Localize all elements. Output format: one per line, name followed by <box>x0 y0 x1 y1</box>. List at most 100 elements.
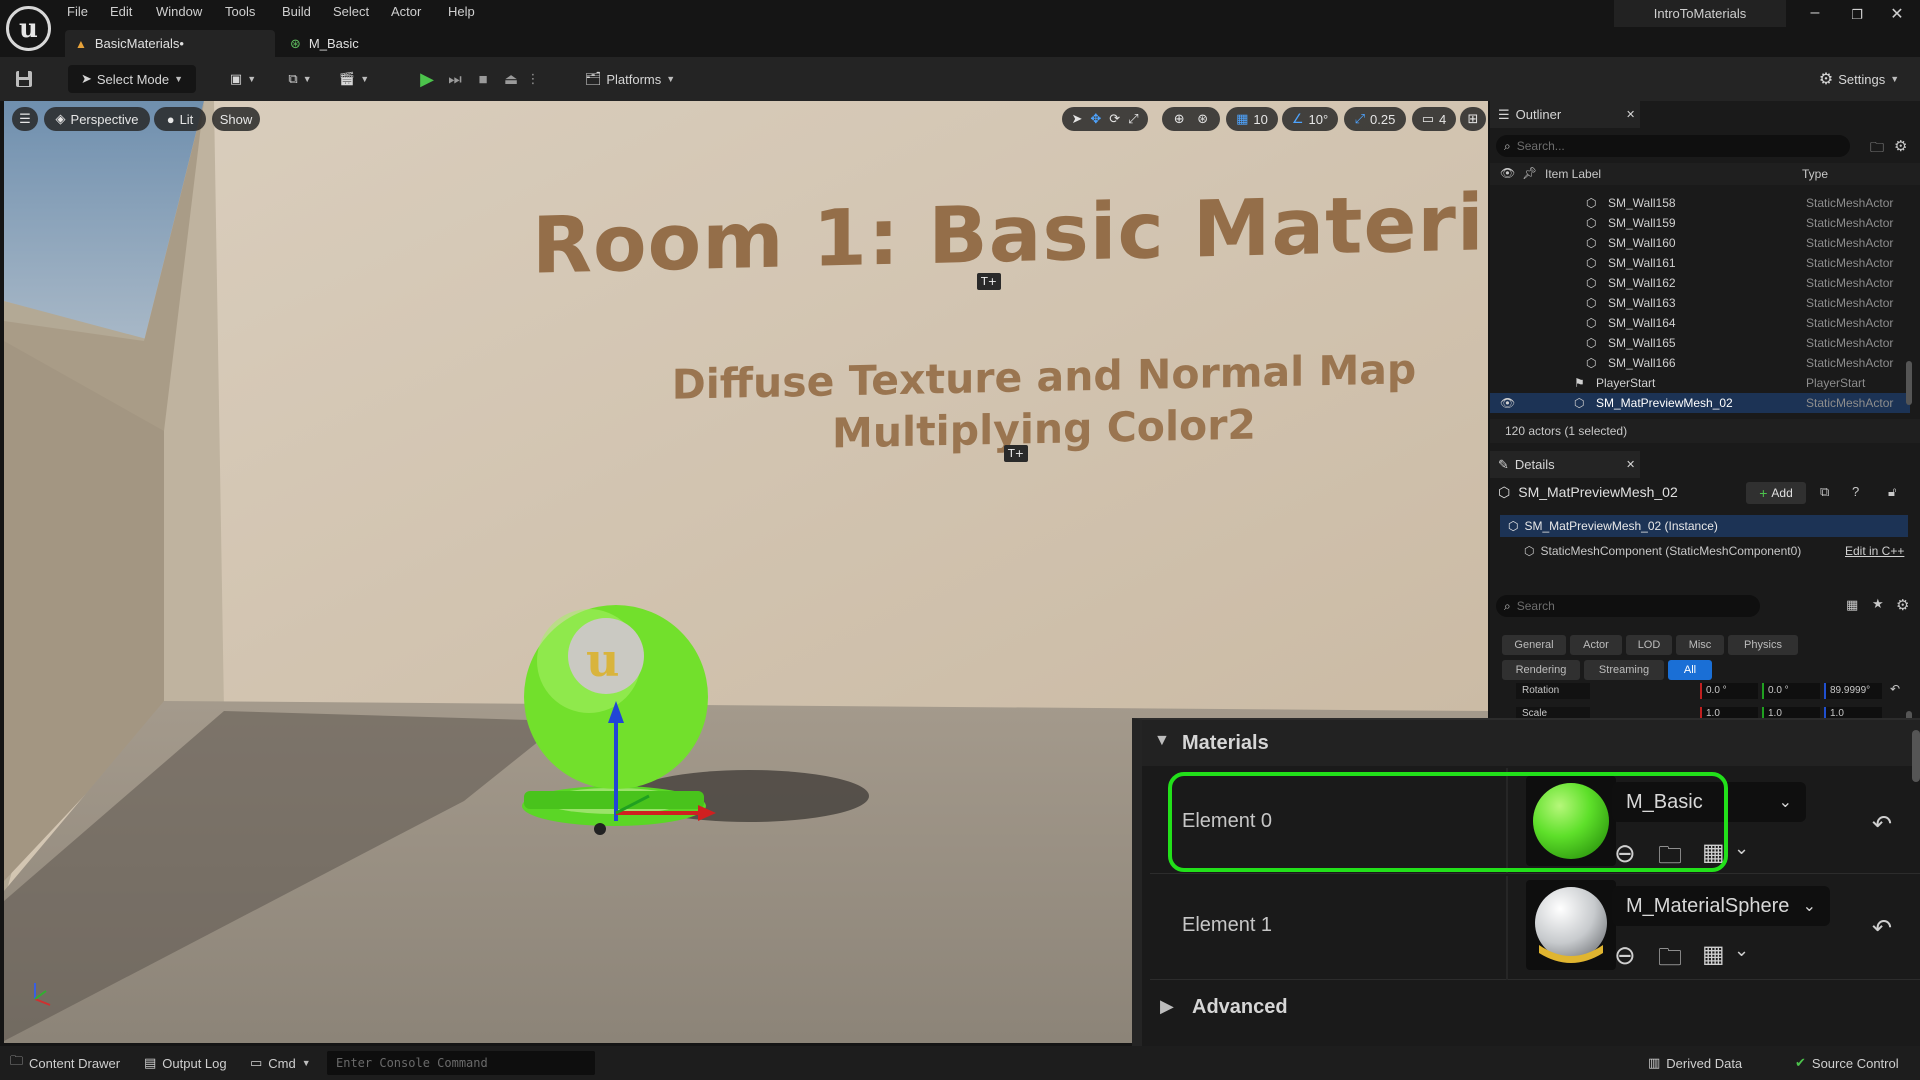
materials-header[interactable]: ▼ Materials <box>1142 720 1920 766</box>
move-tool-icon[interactable]: ✥ <box>1090 111 1101 127</box>
minimize-icon[interactable]: – <box>1800 4 1830 22</box>
list-item[interactable]: ⬡ SM_Wall165 StaticMeshActor <box>1490 333 1910 353</box>
source-control-button[interactable]: ✔ Source Control <box>1795 1052 1899 1074</box>
eye-icon[interactable]: 👁︎ <box>1500 166 1515 180</box>
add-actor-button[interactable]: ▣ ▼ <box>224 65 262 93</box>
col-type[interactable]: Type <box>1802 167 1828 181</box>
list-item[interactable]: ⬡ SM_Wall159 StaticMeshActor <box>1490 213 1910 233</box>
list-item[interactable]: ⬡ SM_Wall163 StaticMeshActor <box>1490 293 1910 313</box>
blueprint-button[interactable]: ⧉ ▼ <box>280 65 320 93</box>
list-item[interactable]: ⚑ PlayerStart PlayerStart <box>1490 373 1910 393</box>
cmd-dropdown[interactable]: ▭ Cmd ▼ <box>250 1052 311 1074</box>
col-item-label[interactable]: Item Label <box>1545 167 1601 181</box>
add-folder-icon[interactable]: 🗀 <box>1870 137 1884 161</box>
menu-tools[interactable]: Tools <box>225 4 255 19</box>
camera-speed-button[interactable]: ▭ 4 <box>1412 107 1456 131</box>
instance-row[interactable]: ⬡ SM_MatPreviewMesh_02 (Instance) <box>1500 515 1908 537</box>
play-options-button[interactable]: ⋮ <box>526 65 540 93</box>
play-button[interactable]: ▶ <box>414 65 440 93</box>
content-drawer-button[interactable]: 🗀 Content Drawer <box>10 1052 120 1074</box>
tab-m-basic[interactable]: ⊛ M_Basic <box>280 30 430 57</box>
close-icon[interactable]: ✕ <box>1626 458 1635 471</box>
scale-tool-icon[interactable]: ⤢ <box>1128 111 1138 127</box>
cinematics-button[interactable]: 🎬︎ ▼ <box>334 65 374 93</box>
chevron-down-icon[interactable]: ⌄ <box>1734 940 1749 961</box>
list-item[interactable]: ⬡ SM_Wall161 StaticMeshActor <box>1490 253 1910 273</box>
grid-snap-toggle[interactable]: ▦ 10 <box>1226 107 1278 131</box>
eye-icon[interactable]: 👁︎ <box>1500 396 1515 410</box>
gear-icon[interactable]: ⚙ <box>1894 137 1907 155</box>
surface-snap-icon[interactable]: ⊛ <box>1197 111 1208 127</box>
checker-texture-icon[interactable]: ▦ <box>1702 940 1725 969</box>
menu-help[interactable]: Help <box>448 4 475 19</box>
tab-outliner[interactable]: ☰ Outliner ✕ <box>1490 101 1640 128</box>
list-item[interactable]: ⬡ SM_Wall160 StaticMeshActor <box>1490 233 1910 253</box>
tab-details[interactable]: ✎ Details ✕ <box>1490 451 1640 478</box>
outliner-scrollbar[interactable] <box>1906 361 1912 405</box>
outliner-search-input[interactable]: ⌕ Search... <box>1496 135 1850 157</box>
list-item[interactable]: ⬡ SM_Wall166 StaticMeshActor <box>1490 353 1910 373</box>
material-thumbnail[interactable] <box>1526 880 1616 970</box>
menu-window[interactable]: Window <box>156 4 202 19</box>
unreal-logo-icon[interactable]: u <box>6 6 51 51</box>
rotation-snap-toggle[interactable]: ∠ 10° <box>1282 107 1338 131</box>
derived-data-button[interactable]: ▥ Derived Data <box>1648 1052 1742 1074</box>
perspective-dropdown[interactable]: ◈ Perspective <box>44 107 150 131</box>
table-view-icon[interactable]: ▦ <box>1846 597 1858 613</box>
list-item[interactable]: ⬡ SM_Wall162 StaticMeshActor <box>1490 273 1910 293</box>
material-select-dropdown[interactable]: M_MaterialSphere ⌄ <box>1612 886 1830 926</box>
lock-icon[interactable]: 🔓︎ <box>1888 484 1896 500</box>
settings-dropdown[interactable]: ⚙ Settings ▼ <box>1810 65 1908 93</box>
gear-icon[interactable]: ⚙ <box>1896 596 1909 614</box>
filter-actor[interactable]: Actor <box>1570 635 1622 655</box>
browse-folder-icon[interactable]: 🗀 <box>1658 940 1682 981</box>
pin-icon[interactable]: 📌︎ <box>1522 166 1537 180</box>
menu-file[interactable]: File <box>67 4 88 19</box>
rotate-tool-icon[interactable]: ⟳ <box>1109 111 1120 127</box>
viewport-menu-button[interactable]: ☰ <box>12 107 38 131</box>
edit-cpp-link[interactable]: Edit in C++ <box>1845 544 1904 558</box>
scale-snap-toggle[interactable]: ⤢ 0.25 <box>1344 107 1406 131</box>
reset-icon[interactable]: ↶ <box>1890 682 1900 696</box>
close-icon[interactable]: ✕ <box>1626 108 1635 121</box>
layout-button[interactable]: ⊞ <box>1460 107 1486 131</box>
filter-lod[interactable]: LOD <box>1626 635 1672 655</box>
menu-actor[interactable]: Actor <box>391 4 421 19</box>
chevron-down-icon[interactable]: ⌄ <box>1734 838 1749 859</box>
rotation-dropdown[interactable]: Rotation <box>1516 683 1590 699</box>
platforms-dropdown[interactable]: 🗂︎ Platforms ▼ <box>578 65 682 93</box>
filter-streaming[interactable]: Streaming <box>1584 660 1664 680</box>
filter-misc[interactable]: Misc <box>1676 635 1724 655</box>
filter-general[interactable]: General <box>1502 635 1566 655</box>
menu-select[interactable]: Select <box>333 4 369 19</box>
close-window-icon[interactable]: ✕ <box>1882 4 1912 24</box>
menu-build[interactable]: Build <box>282 4 311 19</box>
filter-all[interactable]: All <box>1668 660 1712 680</box>
select-tool-icon[interactable]: ➤ <box>1071 111 1082 127</box>
show-dropdown[interactable]: Show <box>212 107 260 131</box>
restore-icon[interactable]: ❐ <box>1842 7 1872 23</box>
rotation-y-field[interactable]: 0.0 ° <box>1762 683 1820 699</box>
filter-rendering[interactable]: Rendering <box>1502 660 1580 680</box>
blueprint-icon[interactable]: ⧉ <box>1820 484 1829 500</box>
rotation-x-field[interactable]: 0.0 ° <box>1700 683 1758 699</box>
materials-scrollbar[interactable] <box>1912 730 1920 782</box>
rotation-z-field[interactable]: 89.9999° <box>1824 683 1882 699</box>
output-log-button[interactable]: ▤ Output Log <box>144 1052 227 1074</box>
star-icon[interactable]: ★ <box>1872 596 1884 612</box>
list-item[interactable]: ⬡ SM_Wall164 StaticMeshActor <box>1490 313 1910 333</box>
lit-dropdown[interactable]: ● Lit <box>154 107 206 131</box>
help-icon[interactable]: ? <box>1852 484 1859 499</box>
save-icon[interactable] <box>14 69 34 89</box>
eject-button[interactable]: ⏏ <box>498 65 524 93</box>
step-button[interactable]: ⏭ <box>442 65 468 93</box>
stop-button[interactable]: ■ <box>470 65 496 93</box>
selected-list-item[interactable]: 👁︎ ⬡ SM_MatPreviewMesh_02 StaticMeshActor <box>1490 393 1910 413</box>
reset-to-default-icon[interactable]: ↶ <box>1872 914 1892 943</box>
reset-to-default-icon[interactable]: ↶ <box>1872 810 1892 839</box>
advanced-row[interactable]: ▶ Advanced <box>1150 982 1920 1030</box>
menu-edit[interactable]: Edit <box>110 4 132 19</box>
world-icon[interactable]: ⊕ <box>1174 111 1185 127</box>
add-component-button[interactable]: + Add <box>1746 482 1806 504</box>
text-actor-icon[interactable]: T+ <box>1004 445 1028 462</box>
